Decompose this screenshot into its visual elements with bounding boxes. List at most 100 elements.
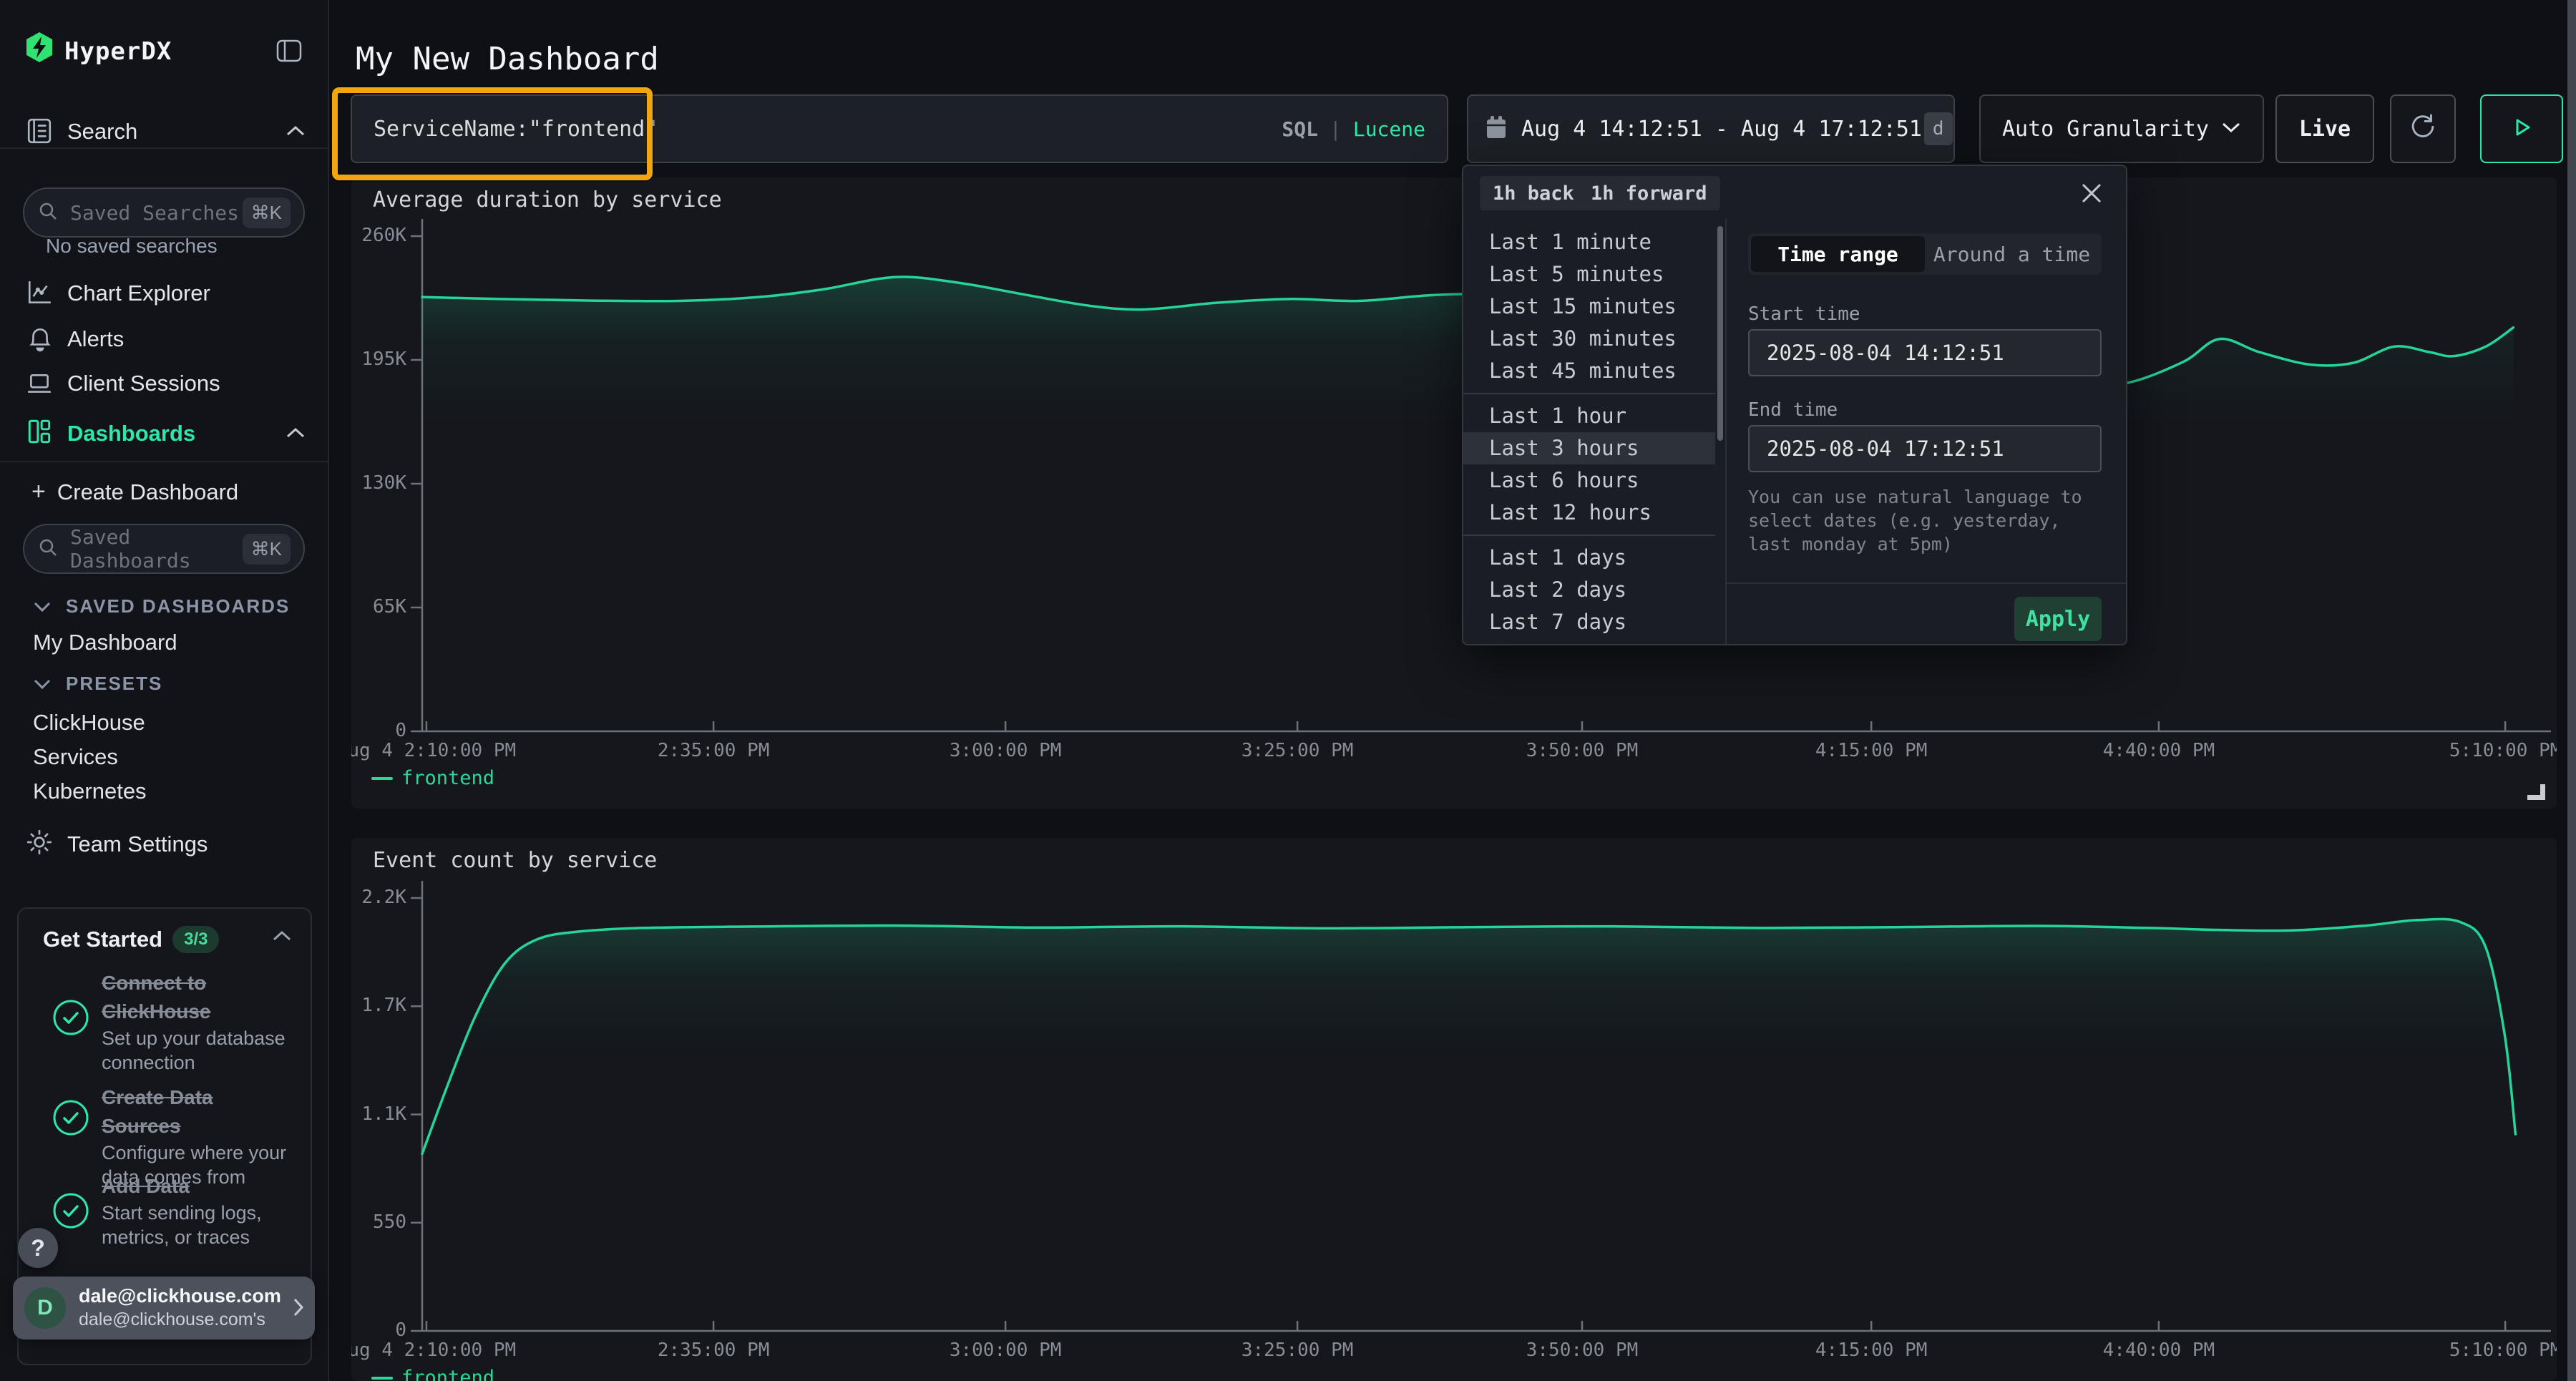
get-started-item[interactable]: Connect to ClickHouseSet up your databas… — [102, 969, 296, 1075]
refresh-button[interactable] — [2390, 94, 2456, 163]
x-tick-label: 3:50:00 PM — [1526, 1339, 1639, 1361]
chevron-up-icon[interactable] — [272, 930, 292, 945]
sidebar-item-chart-explorer[interactable]: Chart Explorer — [67, 280, 210, 306]
apply-button[interactable]: Apply — [2014, 597, 2102, 641]
shift-back-button[interactable]: 1h back — [1480, 176, 1587, 210]
x-tick-label: 4:40:00 PM — [2103, 1339, 2215, 1361]
shift-forward-button[interactable]: 1h forward — [1578, 176, 1720, 210]
relative-time-list: Last 1 minuteLast 5 minutesLast 15 minut… — [1463, 219, 1715, 644]
granularity-select[interactable]: Auto Granularity — [1979, 94, 2264, 163]
time-range-option[interactable]: Last 6 hours — [1463, 464, 1715, 497]
chevron-down-icon — [33, 601, 52, 613]
y-tick-label: 195K — [351, 348, 406, 370]
chart-plot-area[interactable]: 065K130K195K260KAug 4 2:10:00 PM2:35:00 … — [351, 177, 2557, 809]
chart-panel-event-count: 05501.1K1.7K2.2KAug 4 2:10:00 PM2:35:00 … — [351, 838, 2557, 1381]
chevron-up-icon[interactable] — [285, 426, 306, 443]
legend-label: frontend — [401, 767, 494, 789]
x-tick-label: 4:40:00 PM — [2103, 740, 2215, 761]
x-tick-label: 3:25:00 PM — [1241, 1339, 1354, 1361]
dashboards-grid-icon — [26, 418, 53, 449]
time-range-option[interactable]: Last 3 hours — [1463, 432, 1715, 464]
saved-dashboards-section-header[interactable]: SAVED DASHBOARDS — [33, 595, 290, 618]
time-range-option[interactable]: Last 15 minutes — [1463, 291, 1715, 323]
time-range-option[interactable]: Last 30 minutes — [1463, 323, 1715, 355]
time-range-option[interactable]: Last 14 days — [1463, 638, 1715, 644]
refresh-icon — [2408, 112, 2438, 146]
lucene-toggle[interactable]: Lucene — [1353, 117, 1425, 141]
tab-around-a-time[interactable]: Around a time — [1925, 236, 2099, 272]
scrollbar-thumb[interactable] — [1717, 226, 1723, 441]
page-title: My New Dashboard — [356, 41, 659, 77]
search-icon — [37, 537, 59, 562]
time-range-option[interactable]: Last 1 days — [1463, 542, 1715, 574]
search-icon — [37, 200, 59, 225]
x-tick-label: 4:15:00 PM — [1815, 1339, 1928, 1361]
x-tick-label: 5:10:00 PM — [2449, 1339, 2557, 1361]
shortcut-badge-d: d — [1924, 112, 1953, 145]
chart-title: Event count by service — [373, 848, 657, 873]
gear-icon — [26, 829, 53, 859]
time-range-input[interactable]: Aug 4 14:12:51 - Aug 4 17:12:51 d — [1467, 94, 1955, 163]
y-tick-label: 0 — [351, 720, 406, 741]
list-scrollbar[interactable] — [1715, 219, 1725, 644]
end-time-label: End time — [1748, 399, 1838, 421]
time-range-option[interactable]: Last 2 days — [1463, 574, 1715, 606]
client-sessions-laptop-icon — [26, 372, 53, 400]
chart-explorer-icon — [26, 279, 53, 310]
chart-legend[interactable]: frontend — [371, 1367, 494, 1381]
start-time-input[interactable]: 2025-08-04 14:12:51 — [1748, 329, 2102, 376]
time-range-option[interactable]: Last 5 minutes — [1463, 258, 1715, 291]
x-tick-label: 3:00:00 PM — [950, 1339, 1062, 1361]
annotation-highlight-box — [332, 87, 653, 180]
time-picker-popover: 1h back 1h forward Last 1 minuteLast 5 m… — [1462, 165, 2127, 645]
sidebar-item-team-settings[interactable]: Team Settings — [67, 831, 208, 857]
close-icon[interactable] — [2076, 177, 2107, 209]
query-language-toggle[interactable]: SQL | Lucene — [1282, 117, 1425, 141]
sidebar-item-preset[interactable]: Kubernetes — [33, 776, 147, 810]
y-tick-label: 260K — [351, 225, 406, 246]
sidebar-item-alerts[interactable]: Alerts — [67, 326, 124, 352]
saved-dashboards-input[interactable]: Saved Dashboards ⌘K — [23, 524, 305, 574]
toggle-divider: | — [1330, 117, 1342, 141]
section-label: PRESETS — [66, 673, 162, 695]
footer-divider — [1727, 582, 2126, 584]
sidebar-item-preset[interactable]: Services — [33, 741, 147, 776]
shortcut-badge: ⌘K — [243, 534, 291, 565]
get-started-item[interactable]: Add DataStart sending logs, metrics, or … — [102, 1172, 296, 1249]
help-button[interactable]: ? — [18, 1228, 58, 1268]
time-range-option[interactable]: Last 7 days — [1463, 606, 1715, 638]
time-range-option[interactable]: Last 45 minutes — [1463, 355, 1715, 387]
user-account-chip[interactable]: D dale@clickhouse.com dale@clickhouse.co… — [13, 1277, 315, 1339]
natural-language-hint: You can use natural language to select d… — [1748, 485, 2104, 556]
x-tick-label: 3:50:00 PM — [1526, 740, 1639, 761]
collapse-sidebar-icon[interactable] — [276, 39, 302, 66]
sidebar-item-dashboards[interactable]: Dashboards — [67, 421, 195, 446]
time-range-option[interactable]: Last 1 hour — [1463, 400, 1715, 432]
time-range-option[interactable]: Last 1 minute — [1463, 226, 1715, 258]
legend-marker — [371, 1377, 393, 1380]
live-button[interactable]: Live — [2275, 94, 2374, 163]
sidebar-item-client-sessions[interactable]: Client Sessions — [67, 371, 220, 396]
chevron-down-icon — [2221, 122, 2241, 137]
end-time-input[interactable]: 2025-08-04 17:12:51 — [1748, 425, 2102, 472]
chevron-up-icon[interactable] — [285, 125, 306, 141]
sql-toggle[interactable]: SQL — [1282, 117, 1318, 141]
saved-searches-input[interactable]: Saved Searches ⌘K — [23, 187, 305, 238]
page-scrollbar[interactable] — [2567, 0, 2576, 1381]
sidebar-item-my-dashboard[interactable]: My Dashboard — [33, 630, 177, 655]
time-range-option[interactable]: Last 12 hours — [1463, 497, 1715, 529]
chart-plot-area[interactable]: 05501.1K1.7K2.2KAug 4 2:10:00 PM2:35:00 … — [351, 838, 2557, 1381]
chart-legend[interactable]: frontend — [371, 767, 494, 789]
tab-time-range[interactable]: Time range — [1751, 236, 1925, 272]
plus-icon: + — [31, 478, 46, 506]
calendar-icon — [1484, 114, 1508, 144]
run-query-button[interactable] — [2480, 94, 2563, 163]
y-tick-label: 1.1K — [351, 1103, 406, 1125]
sidebar-item-search[interactable]: Search — [67, 119, 137, 145]
panel-resize-handle[interactable] — [2527, 784, 2545, 800]
check-circle-icon — [52, 1098, 90, 1141]
create-dashboard-button[interactable]: + Create Dashboard — [31, 478, 238, 506]
sidebar-item-preset[interactable]: ClickHouse — [33, 707, 147, 741]
play-icon — [2509, 114, 2534, 144]
presets-section-header[interactable]: PRESETS — [33, 673, 162, 695]
